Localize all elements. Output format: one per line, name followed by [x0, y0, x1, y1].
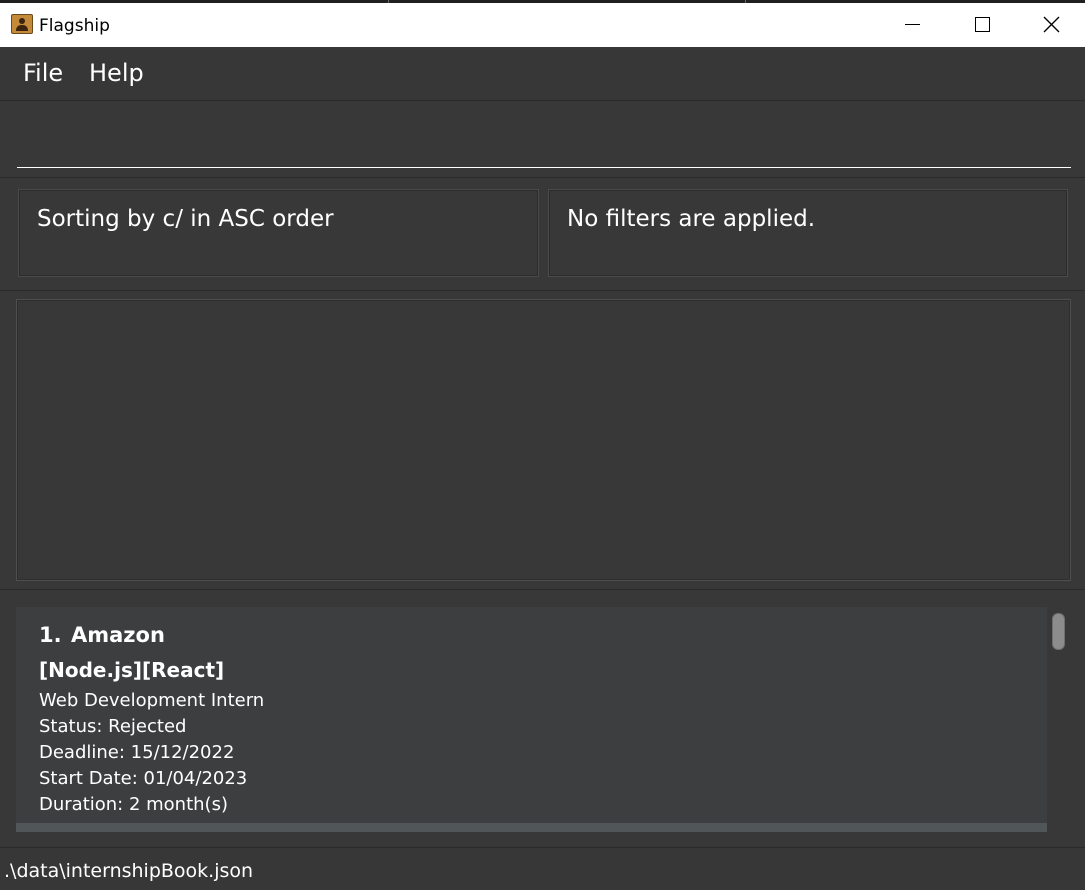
- card-status: Status: Rejected: [39, 716, 187, 737]
- app-window: File Help Sorting by c/ in ASC order No …: [0, 47, 1085, 890]
- file-path: .\data\internshipBook.json: [4, 860, 254, 882]
- maximize-icon: [975, 17, 990, 32]
- menu-bar: File Help: [0, 47, 1085, 101]
- card-duration: Duration: 2 month(s): [39, 794, 228, 815]
- minimize-button[interactable]: [877, 3, 947, 47]
- sort-status-box: Sorting by c/ in ASC order: [18, 189, 539, 277]
- list-scrollbar[interactable]: [1050, 607, 1068, 832]
- filter-status-text: No filters are applied.: [567, 206, 816, 232]
- minimize-icon: [905, 24, 920, 25]
- next-card-edge: [16, 823, 1047, 832]
- sort-filter-panel: Sorting by c/ in ASC order No filters ar…: [0, 179, 1085, 291]
- card-index: 1.: [39, 623, 62, 647]
- window-title: Flagship: [39, 16, 110, 36]
- menu-file[interactable]: File: [23, 59, 63, 87]
- card-company: Amazon: [71, 623, 165, 647]
- result-display-panel: [0, 292, 1085, 590]
- card-start-date: Start Date: 01/04/2023: [39, 768, 248, 789]
- filter-status-box: No filters are applied.: [548, 189, 1068, 277]
- app-icon: [11, 14, 33, 34]
- command-input[interactable]: [17, 112, 1071, 168]
- card-tags: [Node.js][React]: [39, 658, 225, 682]
- close-icon: [1043, 16, 1060, 33]
- card-role: Web Development Intern: [39, 690, 265, 711]
- status-bar: .\data\internshipBook.json: [0, 847, 1085, 890]
- close-button[interactable]: [1017, 3, 1085, 47]
- scrollbar-thumb[interactable]: [1052, 613, 1065, 650]
- window-titlebar: Flagship: [0, 3, 1085, 47]
- internship-card[interactable]: 1. Amazon [Node.js][React] Web Developme…: [16, 607, 1047, 823]
- menu-help[interactable]: Help: [89, 59, 144, 87]
- command-box: [0, 102, 1085, 178]
- sort-status-text: Sorting by c/ in ASC order: [37, 206, 334, 232]
- internship-list-panel: 1. Amazon [Node.js][React] Web Developme…: [0, 591, 1085, 845]
- result-display[interactable]: [16, 299, 1071, 581]
- internship-list[interactable]: 1. Amazon [Node.js][React] Web Developme…: [16, 607, 1047, 832]
- card-deadline: Deadline: 15/12/2022: [39, 742, 235, 763]
- maximize-button[interactable]: [947, 3, 1017, 47]
